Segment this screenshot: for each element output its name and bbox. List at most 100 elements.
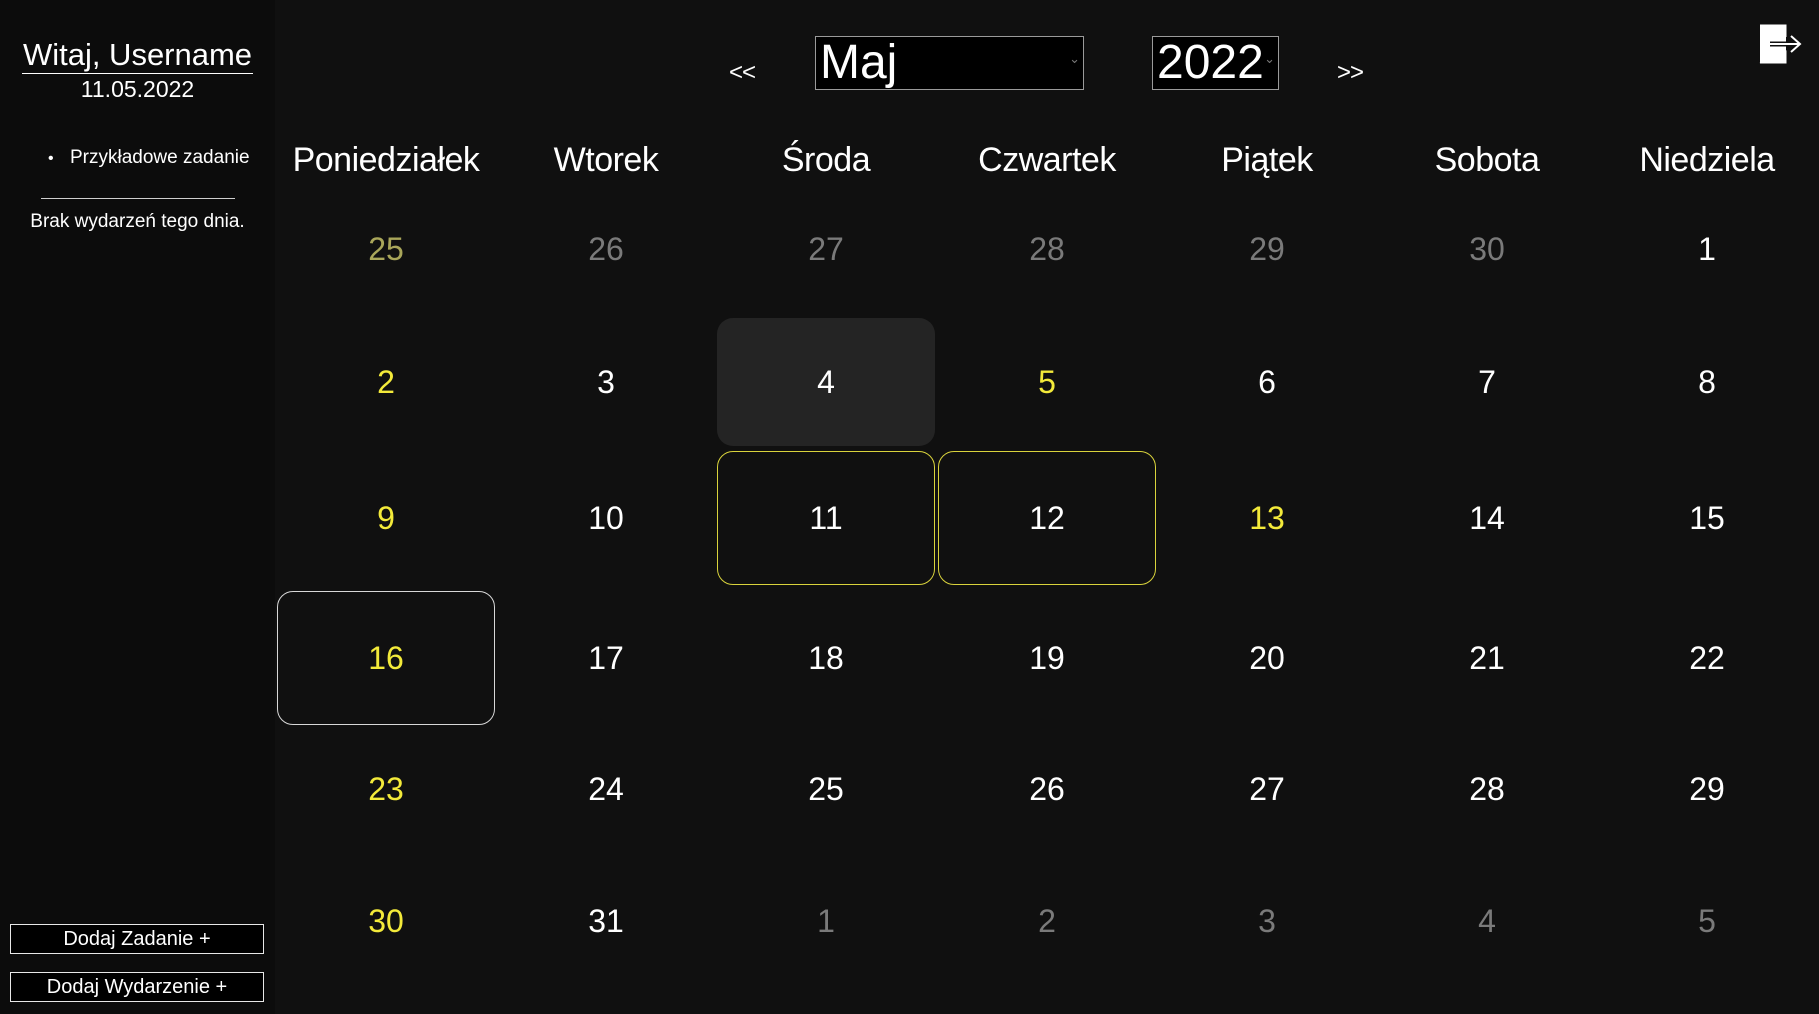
- calendar-day-cell[interactable]: 10: [497, 451, 715, 585]
- calendar-day-cell[interactable]: 29: [1598, 726, 1816, 852]
- previous-month-button[interactable]: <<: [729, 58, 756, 88]
- year-select-value: 2022: [1157, 36, 1264, 89]
- weekday-label: Środa: [781, 141, 871, 179]
- day-number: 27: [1249, 770, 1285, 807]
- day-number: 26: [1029, 770, 1065, 807]
- day-number: 16: [368, 639, 404, 676]
- add-event-button[interactable]: Dodaj Wydarzenie +: [10, 972, 264, 1002]
- calendar-day-cell[interactable]: 4: [1378, 859, 1596, 983]
- day-number: 11: [809, 499, 843, 536]
- day-number: 24: [588, 770, 624, 807]
- calendar-day-cell[interactable]: 28: [938, 189, 1156, 309]
- calendar-day-cell[interactable]: 20: [1158, 591, 1376, 725]
- weekday-label: Piątek: [1221, 141, 1313, 179]
- day-number: 3: [1258, 902, 1276, 939]
- day-number: 13: [1249, 499, 1285, 536]
- bullet-icon: •: [48, 150, 54, 167]
- day-number: 30: [368, 902, 404, 939]
- calendar-day-cell[interactable]: 18: [717, 591, 935, 725]
- day-number: 17: [588, 639, 624, 676]
- day-number: 9: [377, 499, 395, 536]
- calendar-day-cell[interactable]: 26: [497, 189, 715, 309]
- day-number: 28: [1029, 230, 1065, 267]
- calendar-day-cell[interactable]: 5: [1598, 859, 1816, 983]
- calendar-day-cell[interactable]: 1: [717, 859, 935, 983]
- day-number: 29: [1689, 770, 1725, 807]
- calendar-day-cell[interactable]: 5: [938, 318, 1156, 446]
- weekday-label: Sobota: [1434, 141, 1540, 179]
- day-number: 22: [1689, 639, 1725, 676]
- month-select[interactable]: Maj ⌄: [815, 36, 1084, 90]
- month-select-value: Maj: [820, 36, 898, 89]
- calendar-day-cell[interactable]: 29: [1158, 189, 1376, 309]
- day-number: 19: [1029, 639, 1065, 676]
- day-number: 30: [1469, 230, 1505, 267]
- calendar-day-cell[interactable]: 2: [277, 318, 495, 446]
- day-number: 14: [1469, 499, 1505, 536]
- year-select[interactable]: 2022 ⌄: [1152, 36, 1279, 90]
- calendar-day-cell[interactable]: 22: [1598, 591, 1816, 725]
- calendar-day-cell[interactable]: 14: [1378, 451, 1596, 585]
- day-number: 15: [1689, 499, 1725, 536]
- day-number: 10: [588, 499, 624, 536]
- next-month-button[interactable]: >>: [1337, 58, 1364, 88]
- calendar-day-cell[interactable]: 27: [717, 189, 935, 309]
- task-label: Przykładowe zadanie: [70, 147, 250, 168]
- today-date: 11.05.2022: [80, 76, 195, 102]
- no-events-message: Brak wydarzeń tego dnia.: [30, 211, 245, 232]
- calendar-day-cell[interactable]: 24: [497, 726, 715, 852]
- day-number: 6: [1258, 363, 1276, 400]
- day-number: 8: [1698, 363, 1716, 400]
- day-number: 26: [588, 230, 624, 267]
- logout-icon-graphic: [1759, 24, 1802, 64]
- calendar-day-cell[interactable]: 26: [938, 726, 1156, 852]
- sidebar: Witaj, Username 11.05.2022 • Przykładowe …: [0, 0, 275, 1014]
- weekday-label: Wtorek: [553, 141, 659, 179]
- calendar-day-cell[interactable]: 4: [717, 318, 935, 446]
- calendar-day-cell[interactable]: 27: [1158, 726, 1376, 852]
- calendar-day-cell[interactable]: 1: [1598, 189, 1816, 309]
- day-number: 25: [368, 230, 404, 267]
- calendar-day-cell[interactable]: 15: [1598, 451, 1816, 585]
- day-number: 20: [1249, 639, 1285, 676]
- calendar-day-cell[interactable]: 7: [1378, 318, 1596, 446]
- calendar-day-cell[interactable]: 2: [938, 859, 1156, 983]
- calendar-day-cell[interactable]: 8: [1598, 318, 1816, 446]
- day-number: 5: [1698, 902, 1716, 939]
- chevron-down-icon: ⌄: [1264, 51, 1275, 66]
- calendar-day-cell[interactable]: 31: [497, 859, 715, 983]
- day-number: 2: [377, 363, 395, 400]
- calendar-day-cell[interactable]: 30: [1378, 189, 1596, 309]
- calendar-day-cell[interactable]: 11: [717, 451, 935, 585]
- task-list: • Przykładowe zadanie: [48, 145, 250, 172]
- day-number: 4: [817, 363, 835, 400]
- calendar-day-cell[interactable]: 16: [277, 591, 495, 725]
- calendar-day-cell[interactable]: 28: [1378, 726, 1596, 852]
- greeting: Witaj, Username: [0, 36, 275, 74]
- day-number: 25: [808, 770, 844, 807]
- calendar-day-cell[interactable]: 25: [717, 726, 935, 852]
- calendar-day-cell[interactable]: 3: [497, 318, 715, 446]
- calendar-day-cell[interactable]: 17: [497, 591, 715, 725]
- day-number: 1: [817, 902, 835, 939]
- calendar-day-cell[interactable]: 6: [1158, 318, 1376, 446]
- calendar-day-cell[interactable]: 21: [1378, 591, 1596, 725]
- day-number: 2: [1038, 902, 1056, 939]
- calendar-day-cell[interactable]: 3: [1158, 859, 1376, 983]
- day-number: 1: [1698, 230, 1716, 267]
- calendar-day-cell[interactable]: 13: [1158, 451, 1376, 585]
- calendar-day-cell[interactable]: 25: [277, 189, 495, 309]
- calendar-day-cell[interactable]: 30: [277, 859, 495, 983]
- calendar-day-cell[interactable]: 19: [938, 591, 1156, 725]
- day-number: 28: [1469, 770, 1505, 807]
- day-number: 18: [808, 639, 844, 676]
- add-task-button[interactable]: Dodaj Zadanie +: [10, 924, 264, 954]
- chevron-down-icon: ⌄: [1069, 51, 1080, 66]
- sidebar-divider: [41, 198, 235, 199]
- calendar-day-cell[interactable]: 23: [277, 726, 495, 852]
- calendar-day-cell[interactable]: 9: [277, 451, 495, 585]
- task-item[interactable]: • Przykładowe zadanie: [48, 145, 250, 172]
- logout-icon[interactable]: [1758, 23, 1804, 65]
- calendar-day-cell[interactable]: 12: [938, 451, 1156, 585]
- weekday-label: Poniedziałek: [292, 141, 480, 179]
